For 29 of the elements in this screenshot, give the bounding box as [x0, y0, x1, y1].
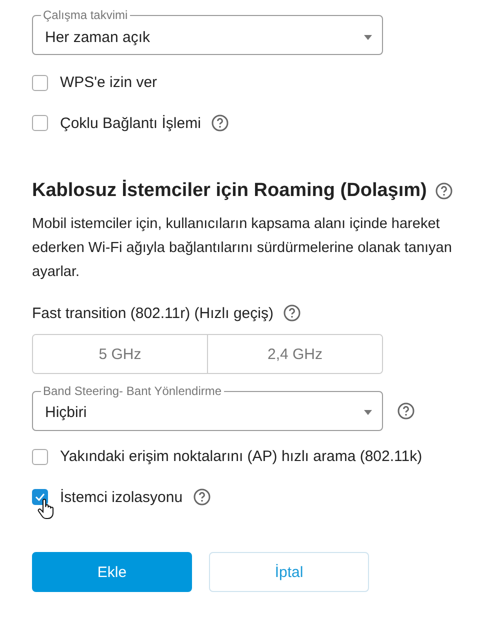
- band-option[interactable]: 2,4 GHz: [207, 335, 382, 373]
- dropdown-field[interactable]: Çalışma takvimi Her zaman açık: [32, 8, 383, 55]
- caret-icon: [364, 34, 372, 40]
- help-icon[interactable]: [434, 182, 453, 200]
- dropdown-field[interactable]: Band Steering- Bant Yönlendirme Hiçbiri: [32, 384, 383, 431]
- selected-value: Her zaman açık: [45, 28, 150, 46]
- selected-value: Hiçbiri: [45, 404, 87, 420]
- setting-label: Fast transition (802.11r) (Hızlı geçiş): [32, 304, 274, 322]
- field-label: Band Steering- Bant Yönlendirme: [42, 384, 223, 398]
- section-description: Mobil istemciler için, kullanıcıların kapsama alanı içinde hareket ederken Wi-Fi ağıyla bağlantılarını sürdürmelerine olanak tanıyan ayarlar.: [32, 215, 453, 282]
- checkbox[interactable]: [32, 74, 48, 90]
- field-label: Çalışma takvimi: [42, 8, 129, 22]
- help-icon[interactable]: [283, 304, 302, 322]
- caret-icon: [364, 410, 372, 414]
- checkbox-label: Çoklu Bağlantı İşlemi: [60, 114, 201, 132]
- section-title: Kablosuz İstemciler için Roaming (Dolaşım): [32, 180, 427, 202]
- checkbox-label: İstemci izolasyonu: [60, 488, 183, 506]
- checkbox-label: WPS'e izin ver: [60, 74, 158, 91]
- checkbox[interactable]: [32, 448, 48, 464]
- checkbox[interactable]: [32, 115, 48, 131]
- hand-cursor-icon: [37, 498, 55, 520]
- action-button[interactable]: Ekle: [32, 552, 192, 592]
- help-icon[interactable]: [210, 114, 229, 132]
- checkbox[interactable]: [32, 489, 48, 505]
- checkbox-label: Yakındaki erişim noktalarını (AP) hızlı arama (802.11k): [60, 448, 422, 465]
- help-icon[interactable]: [192, 488, 211, 506]
- action-button[interactable]: İptal: [209, 552, 369, 592]
- help-icon[interactable]: [397, 402, 415, 420]
- checkmark-icon: [35, 493, 45, 501]
